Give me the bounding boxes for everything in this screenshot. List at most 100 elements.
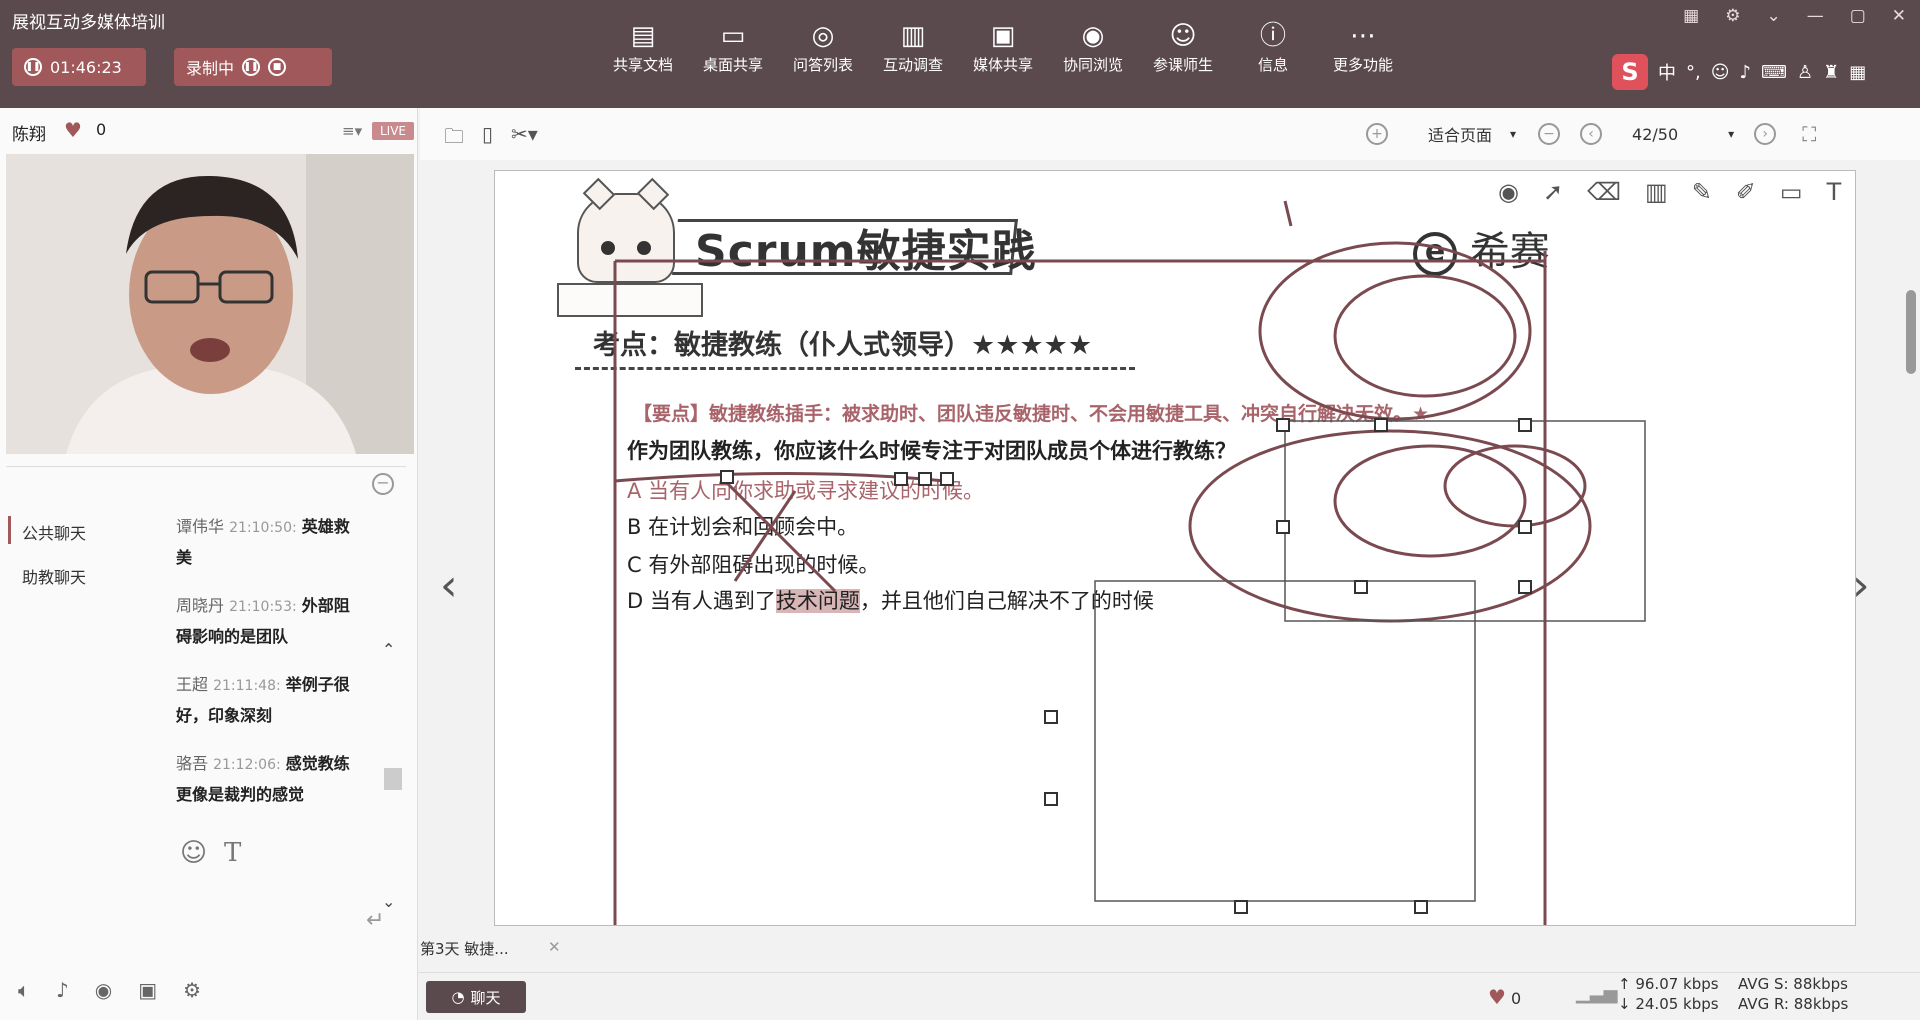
scroll-thumb[interactable]: [384, 768, 402, 790]
tab-public-chat[interactable]: 公共聊天: [22, 520, 86, 544]
document-tab[interactable]: 第3天 敏捷...: [420, 938, 509, 959]
page-indicator[interactable]: 42/50: [1632, 125, 1678, 144]
record-pause-icon[interactable]: ❚❚: [242, 58, 261, 76]
timer-button[interactable]: ❚❚ 01:46:23: [12, 48, 146, 86]
chat-user: 谭伟华: [176, 517, 225, 536]
signal-icon: ▁▃▅: [1576, 983, 1618, 1004]
next-page-icon[interactable]: ›: [1754, 123, 1777, 145]
text-format-icon[interactable]: T: [224, 838, 241, 868]
annotation-toolbar: ◉ ➚ ⌫ ▥ ✎ ✐ ▭ T: [1498, 178, 1841, 206]
layout-icon[interactable]: ▦: [1683, 6, 1699, 26]
new-file-icon[interactable]: ▯: [482, 122, 493, 156]
record-stop-icon[interactable]: ■: [268, 58, 287, 76]
scissors-icon[interactable]: ✂▾: [511, 122, 538, 156]
microphone-icon[interactable]: ♪: [56, 978, 69, 1002]
user-icon[interactable]: ♙: [1797, 62, 1813, 83]
media-icon: ▣: [990, 21, 1016, 51]
prev-page-icon[interactable]: ‹: [1580, 123, 1603, 145]
send-icon[interactable]: ↵: [366, 908, 384, 933]
chevron-up-icon[interactable]: ⌃: [382, 640, 395, 659]
avg-receive: AVG R: 88kbps: [1738, 995, 1849, 1013]
main-toolbar: ▤ 共享文档 ▭ 桌面共享 ◎ 问答列表 ▥ 互动调查 ▣ 媒体共享 ◉ 协同浏览 ☺ 参课师…: [598, 18, 1408, 75]
settings-icon[interactable]: ⚙: [183, 978, 201, 1002]
open-folder-icon[interactable]: 🗀︎: [444, 122, 464, 156]
info-icon: ⓘ: [1259, 21, 1286, 51]
page-dropdown-icon[interactable]: ▾: [1728, 127, 1734, 141]
record-button[interactable]: 录制中 ❚❚ ■: [174, 48, 332, 86]
text-tool-icon[interactable]: T: [1827, 178, 1842, 206]
slide-scrollbar[interactable]: [1906, 290, 1916, 374]
live-badge: LIVE: [372, 122, 414, 140]
zoom-in-icon[interactable]: +: [1366, 123, 1388, 145]
maximize-icon[interactable]: ▢: [1850, 6, 1866, 26]
chat-divider: [6, 466, 406, 467]
highlighter-icon[interactable]: ✐: [1736, 178, 1756, 206]
tool-co-browse[interactable]: ◉ 协同浏览: [1048, 18, 1138, 75]
chat-bubble-icon: ◔: [451, 988, 465, 1006]
zoom-dropdown-icon[interactable]: ▾: [1510, 127, 1516, 141]
tool-info[interactable]: ⓘ 信息: [1228, 18, 1318, 75]
camera-icon[interactable]: ◉: [95, 978, 112, 1002]
media-controls: 🔈︎ ♪ ◉ ▣ ⚙: [18, 978, 201, 1002]
settings-icon[interactable]: ⚙: [1725, 6, 1740, 26]
people-icon: ☺: [1169, 21, 1197, 51]
list-menu-icon[interactable]: ≡▾: [342, 122, 362, 140]
eraser-icon[interactable]: ⌫: [1587, 178, 1621, 206]
chat-message: 骆吾 21:12:06: 感觉教练更像是裁判的感觉: [176, 749, 360, 810]
minimize-icon[interactable]: —: [1807, 6, 1824, 26]
qa-icon: ◎: [811, 21, 835, 51]
emoji-icon[interactable]: ☺: [1711, 62, 1730, 83]
timer-text: 01:46:23: [50, 57, 122, 77]
tool-share-doc[interactable]: ▤ 共享文档: [598, 18, 688, 75]
zoom-out-icon[interactable]: −: [1538, 123, 1561, 145]
ime-lang[interactable]: 中: [1658, 59, 1676, 85]
record-dot-icon[interactable]: ◉: [1498, 178, 1519, 206]
screen-icon[interactable]: ▣: [138, 978, 157, 1002]
fullscreen-icon[interactable]: ⛶: [1802, 122, 1816, 146]
pen-icon[interactable]: ✎: [1692, 178, 1712, 206]
close-icon[interactable]: ✕: [548, 938, 561, 956]
emoji-icon[interactable]: ☺: [180, 838, 207, 868]
presenter-likes: 0: [96, 120, 107, 139]
clear-icon[interactable]: ▥: [1645, 178, 1668, 206]
pointer-icon[interactable]: ➚: [1543, 178, 1563, 206]
keyboard-icon[interactable]: ⌨: [1761, 62, 1787, 83]
tab-assistant-chat[interactable]: 助教聊天: [22, 564, 86, 588]
upload-rate: ↑ 96.07 kbps: [1618, 975, 1719, 993]
zoom-select[interactable]: 适合页面: [1428, 122, 1492, 146]
ime-logo[interactable]: S: [1612, 54, 1648, 90]
shirt-icon[interactable]: ♜: [1823, 62, 1839, 83]
document-toolbar: 🗀︎ ▯ ✂▾ + 适合页面 ▾ − ‹ 42/50 ▾ › ⛶: [420, 108, 1920, 160]
slide: Scrum敏捷实践 e 希赛 考点：敏捷教练（仆人式领导）★★★★★ 【要点】敏…: [494, 170, 1856, 926]
chat-user: 周晓丹: [176, 596, 225, 615]
grid-icon[interactable]: ▦: [1849, 62, 1866, 83]
heart-icon[interactable]: ♥: [64, 118, 82, 142]
tool-participants[interactable]: ☺ 参课师生: [1138, 18, 1228, 75]
browse-icon: ◉: [1081, 21, 1105, 51]
prev-slide-icon[interactable]: ‹: [440, 560, 458, 611]
next-slide-icon[interactable]: ›: [1852, 560, 1870, 611]
ime-punct[interactable]: °,: [1686, 62, 1701, 83]
tool-survey[interactable]: ▥ 互动调查: [868, 18, 958, 75]
close-icon[interactable]: ✕: [1892, 6, 1906, 26]
rectangle-icon[interactable]: ▭: [1780, 178, 1803, 206]
collapse-icon[interactable]: −: [372, 473, 394, 495]
download-rate: ↓ 24.05 kbps: [1618, 995, 1719, 1013]
tool-desktop-share[interactable]: ▭ 桌面共享: [688, 18, 778, 75]
app-title: 展视互动多媒体培训: [12, 13, 165, 33]
tool-media-share[interactable]: ▣ 媒体共享: [958, 18, 1048, 75]
doc-view-tools: + 适合页面 ▾ − ‹ 42/50 ▾ › ⛶: [1366, 122, 1816, 146]
chevron-down-icon[interactable]: ⌄: [1766, 6, 1780, 26]
presenter-video-image: [6, 154, 414, 454]
mic-icon[interactable]: ♪: [1740, 62, 1752, 83]
slide-area: ‹ Scrum敏捷实践 e 希赛 考点：敏捷教练（仆人式领导）★★★★★ 【要点…: [420, 160, 1920, 940]
speaker-icon[interactable]: 🔈︎: [18, 978, 30, 1002]
tool-qa-list[interactable]: ◎ 问答列表: [778, 18, 868, 75]
desktop-share-icon: ▭: [720, 21, 746, 51]
tool-more[interactable]: ⋯ 更多功能: [1318, 18, 1408, 75]
like-counter[interactable]: ♥ 0: [1488, 985, 1521, 1009]
record-label: 录制中: [186, 59, 235, 78]
chat-scrollbar[interactable]: ⌃ ⌄: [382, 520, 404, 920]
chat-time: 21:12:06:: [213, 757, 281, 773]
chat-button[interactable]: ◔ 聊天: [426, 981, 526, 1013]
